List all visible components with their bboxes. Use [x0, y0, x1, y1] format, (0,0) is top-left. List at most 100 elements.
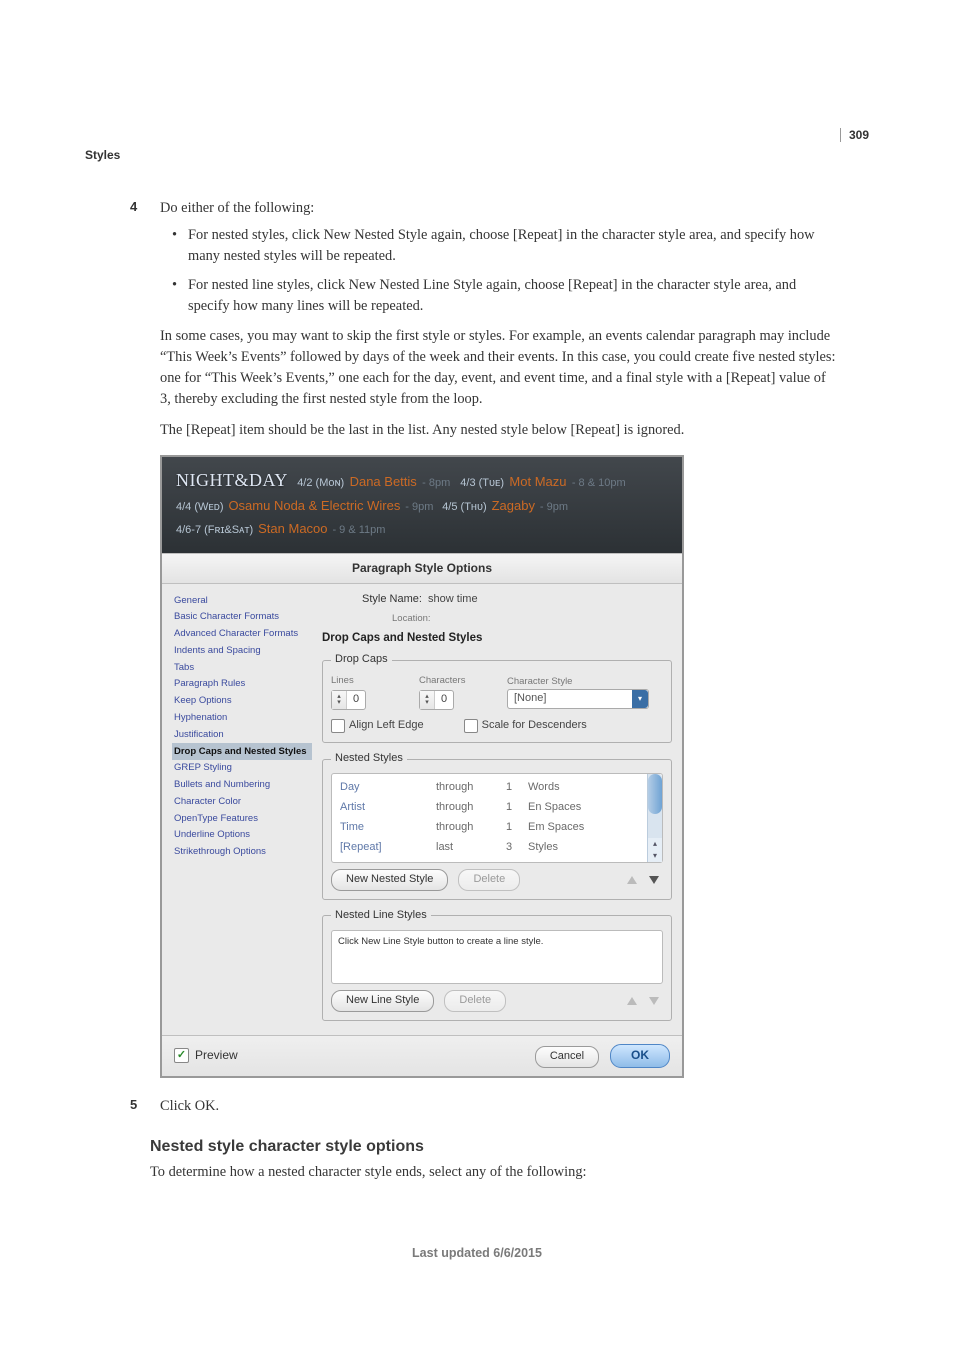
ns-style: Artist — [340, 800, 436, 816]
ns-unit: En Spaces — [528, 800, 642, 816]
scrollbar-thumb[interactable] — [648, 774, 662, 814]
scale-descenders-checkbox[interactable]: Scale for Descenders — [464, 718, 587, 734]
location-label: Location: — [392, 613, 431, 624]
move-up-icon[interactable] — [627, 876, 637, 884]
ns-op: through — [436, 780, 506, 796]
footer-last-updated: Last updated 6/6/2015 — [0, 1246, 954, 1260]
move-down-icon[interactable] — [649, 876, 659, 884]
align-left-edge-checkbox[interactable]: Align Left Edge — [331, 718, 424, 734]
sample-artist: Dana Bettis — [350, 474, 417, 489]
panel-name: Drop Caps and Nested Styles — [322, 630, 672, 647]
step-4: 4 Do either of the following: — [150, 198, 840, 219]
figure-sample-text: NIGHT&DAY 4/2 (Mᴏɴ) Dana Bettis - 8pm 4/… — [162, 457, 682, 553]
page-number: 309 — [840, 128, 869, 142]
lines-stepper[interactable]: ▴▾ 0 — [331, 690, 366, 710]
nested-style-row[interactable]: [Repeat] last 3 Styles — [332, 838, 662, 858]
section-heading: Nested style character style options — [150, 1135, 840, 1158]
sidebar-item[interactable]: General — [172, 592, 312, 609]
dialog-main: Style Name: show time Location: Drop Cap… — [322, 592, 672, 1029]
sample-date: 4/3 (Tᴜᴇ) — [460, 477, 504, 489]
ns-count: 1 — [506, 780, 528, 796]
cancel-button[interactable]: Cancel — [535, 1046, 599, 1068]
sidebar-item[interactable]: Indents and Spacing — [172, 642, 312, 659]
sidebar-item[interactable]: Strikethrough Options — [172, 844, 312, 861]
scroll-down-icon[interactable]: ▾ — [648, 850, 662, 862]
nested-style-row[interactable]: Artist through 1 En Spaces — [332, 798, 662, 818]
sidebar-item[interactable]: Basic Character Formats — [172, 609, 312, 626]
bullet-item: For nested line styles, click New Nested… — [172, 275, 840, 317]
scroll-up-icon[interactable]: ▴ — [648, 838, 662, 850]
group-legend: Nested Styles — [331, 751, 407, 767]
section-intro: To determine how a nested character styl… — [150, 1162, 840, 1183]
group-nested-styles: Nested Styles Day through 1 Words Artist — [322, 751, 672, 900]
sample-artist: Osamu Noda & Electric Wires — [228, 498, 400, 513]
new-line-style-button[interactable]: New Line Style — [331, 990, 434, 1012]
sidebar-item[interactable]: Underline Options — [172, 827, 312, 844]
sample-time: - 8 & 10pm — [572, 477, 626, 489]
sidebar-item[interactable]: GREP Styling — [172, 760, 312, 777]
scale-descenders-label: Scale for Descenders — [482, 718, 587, 734]
step-5: 5 Click OK. — [150, 1096, 840, 1117]
sidebar-item[interactable]: Character Color — [172, 793, 312, 810]
stepper-arrows-icon[interactable]: ▴▾ — [332, 691, 347, 709]
ok-button[interactable]: OK — [610, 1044, 670, 1068]
dialog-footer: ✓ Preview Cancel OK — [162, 1035, 682, 1076]
sidebar-item[interactable]: Bullets and Numbering — [172, 777, 312, 794]
sidebar-item[interactable]: OpenType Features — [172, 810, 312, 827]
ns-style: Time — [340, 820, 436, 836]
group-legend: Drop Caps — [331, 652, 392, 668]
sidebar-item[interactable]: Keep Options — [172, 693, 312, 710]
nested-line-styles-list[interactable]: Click New Line Style button to create a … — [331, 930, 663, 984]
group-drop-caps: Drop Caps Lines ▴▾ 0 — [322, 652, 672, 743]
sidebar-item[interactable]: Tabs — [172, 659, 312, 676]
stepper-arrows-icon[interactable]: ▴▾ — [420, 691, 435, 709]
checkbox-icon — [331, 719, 345, 733]
chapter-label: Styles — [85, 148, 120, 162]
sample-title: NIGHT&DAY — [176, 470, 288, 490]
move-down-icon[interactable] — [649, 997, 659, 1005]
sidebar-item[interactable]: Advanced Character Formats — [172, 626, 312, 643]
step-text: Click OK. — [160, 1098, 219, 1114]
chars-label: Characters — [419, 674, 499, 688]
preview-label: Preview — [195, 1047, 238, 1064]
dropdown-arrow-icon[interactable]: ▾ — [632, 690, 648, 708]
sample-time: - 9pm — [405, 501, 433, 513]
new-nested-style-button[interactable]: New Nested Style — [331, 869, 448, 891]
paragraph: In some cases, you may want to skip the … — [160, 326, 840, 410]
sidebar-item[interactable]: Paragraph Rules — [172, 676, 312, 693]
nested-styles-list[interactable]: Day through 1 Words Artist through 1 En — [331, 773, 663, 863]
chars-value: 0 — [435, 692, 453, 708]
paragraph: The [Repeat] item should be the last in … — [160, 420, 840, 441]
delete-line-style-button[interactable]: Delete — [444, 990, 506, 1012]
step-intro: Do either of the following: — [160, 200, 314, 216]
group-nested-line-styles: Nested Line Styles Click New Line Style … — [322, 908, 672, 1021]
align-left-edge-label: Align Left Edge — [349, 718, 424, 734]
nested-style-row[interactable]: Day through 1 Words — [332, 778, 662, 798]
dialog-sidebar: General Basic Character Formats Advanced… — [172, 592, 312, 1029]
ns-unit: Words — [528, 780, 642, 796]
dialog-title: Paragraph Style Options — [162, 554, 682, 584]
nested-style-row[interactable]: Time through 1 Em Spaces — [332, 818, 662, 838]
sample-date: 4/5 (Tʜᴜ) — [442, 501, 486, 513]
ns-count: 3 — [506, 840, 528, 856]
sample-artist: Mot Mazu — [509, 474, 566, 489]
preview-checkbox[interactable]: ✓ Preview — [174, 1047, 238, 1064]
group-legend: Nested Line Styles — [331, 908, 431, 924]
chars-stepper[interactable]: ▴▾ 0 — [419, 690, 454, 710]
step-number: 5 — [130, 1096, 137, 1115]
delete-nested-style-button[interactable]: Delete — [458, 869, 520, 891]
sample-date: 4/2 (Mᴏɴ) — [297, 477, 344, 489]
sample-time: - 9pm — [540, 501, 568, 513]
sidebar-item[interactable]: Justification — [172, 726, 312, 743]
list-scrollbar[interactable]: ▴ ▾ — [647, 774, 662, 862]
sample-artist: Zagaby — [492, 498, 535, 513]
sample-time: - 9 & 11pm — [332, 524, 385, 536]
sidebar-item-active[interactable]: Drop Caps and Nested Styles — [172, 743, 312, 760]
sample-time: - 8pm — [422, 477, 450, 489]
move-up-icon[interactable] — [627, 997, 637, 1005]
ns-op: last — [436, 840, 506, 856]
charstyle-dropdown[interactable]: [None] ▾ — [507, 689, 649, 709]
sidebar-item[interactable]: Hyphenation — [172, 709, 312, 726]
ns-op: through — [436, 820, 506, 836]
step-number: 4 — [130, 198, 137, 217]
